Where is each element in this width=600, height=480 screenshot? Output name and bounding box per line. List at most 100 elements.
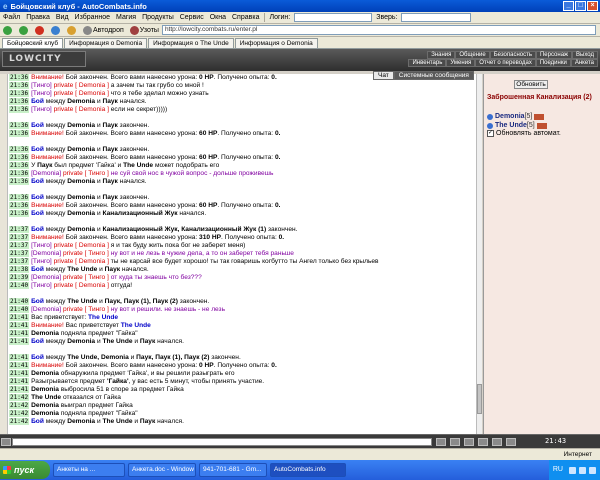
info-icon[interactable]: [536, 122, 547, 129]
info-icon[interactable]: [534, 113, 545, 120]
nav-security[interactable]: Безопасность: [489, 51, 536, 59]
message-time[interactable]: 21:42: [9, 418, 30, 425]
menu-item-file[interactable]: Файл: [0, 14, 23, 21]
player-item[interactable]: Demonia [5]: [487, 112, 599, 121]
message-time[interactable]: 21:36: [9, 194, 30, 201]
menu-item-tools[interactable]: Сервис: [177, 14, 207, 21]
message-text[interactable]: [Тинго]: [31, 258, 54, 265]
address-bar[interactable]: http://lowcity.combats.ru/enter.pl: [161, 25, 596, 35]
tray-icon[interactable]: [579, 466, 586, 474]
message-time[interactable]: 21:36: [9, 210, 30, 217]
login-field[interactable]: [294, 13, 373, 22]
menu-item-favorites[interactable]: Избранное: [72, 14, 113, 21]
message-time[interactable]: 21:41: [9, 314, 30, 321]
nav-communication[interactable]: Общение: [455, 51, 490, 59]
menu-item-view[interactable]: Вид: [53, 14, 72, 21]
message-time[interactable]: 21:36: [9, 162, 30, 169]
nav-character[interactable]: Персонаж: [535, 51, 573, 59]
taskbar-item[interactable]: Анкета.doc - Window ...: [128, 463, 196, 477]
close-icon[interactable]: ×: [587, 1, 598, 11]
menu-item-windows[interactable]: Окна: [207, 14, 229, 21]
auto-refresh[interactable]: ✓ Обновлять автомат.: [487, 130, 599, 137]
message-time[interactable]: 21:36: [9, 82, 30, 89]
message-time[interactable]: 21:42: [9, 402, 30, 409]
minimize-icon[interactable]: _: [563, 1, 574, 11]
beast-field[interactable]: [401, 13, 472, 22]
tab-info-demonia[interactable]: Информация о Demonia: [64, 38, 148, 48]
sound-icon[interactable]: [506, 438, 516, 446]
message-time[interactable]: 21:39: [9, 274, 30, 281]
chat-input[interactable]: [12, 438, 432, 446]
send-icon[interactable]: [436, 438, 446, 446]
taskbar-item[interactable]: AutoCombats.info: [270, 463, 346, 477]
refresh-button[interactable]: [48, 25, 64, 35]
message-time[interactable]: 21:36: [9, 106, 30, 113]
nav-skills[interactable]: Умения: [446, 59, 476, 67]
message-time[interactable]: 21:36: [9, 74, 30, 81]
message-time[interactable]: 21:41: [9, 370, 30, 377]
maximize-icon[interactable]: □: [575, 1, 586, 11]
message-time[interactable]: 21:42: [9, 410, 30, 417]
message-text[interactable]: [Тинго]: [31, 106, 54, 113]
home-button[interactable]: [64, 25, 80, 35]
scrollbar-thumb[interactable]: [477, 384, 482, 414]
message-time[interactable]: 21:42: [9, 394, 30, 401]
autodrop-button[interactable]: Автодроп: [80, 25, 127, 35]
smiley-icon[interactable]: [1, 438, 11, 446]
message-time[interactable]: 21:41: [9, 378, 30, 385]
menu-item-edit[interactable]: Правка: [23, 14, 53, 21]
player-item[interactable]: The Unde [5]: [487, 121, 599, 130]
back-button[interactable]: [0, 25, 16, 35]
message-time[interactable]: 21:41: [9, 354, 30, 361]
tray-icon[interactable]: [589, 466, 596, 474]
message-time[interactable]: 21:38: [9, 266, 30, 273]
message-text[interactable]: [Тинго]: [31, 90, 54, 97]
translit-icon[interactable]: [478, 438, 488, 446]
player-name[interactable]: Demonia: [495, 113, 525, 120]
message-time[interactable]: 21:36: [9, 170, 30, 177]
taskbar-item[interactable]: 941-701-681 - Gm...: [199, 463, 267, 477]
chat-log[interactable]: 21:36 Внимание! Бой закончен. Всего вами …: [8, 74, 482, 434]
message-text[interactable]: [Тинго]: [31, 282, 54, 289]
menu-item-magic[interactable]: Магия: [113, 14, 139, 21]
auto-refresh-checkbox[interactable]: ✓: [487, 130, 494, 137]
taskbar-item[interactable]: Анкеты на ...: [53, 463, 125, 477]
message-time[interactable]: 21:37: [9, 234, 30, 241]
message-time[interactable]: 21:36: [9, 98, 30, 105]
menu-item-help[interactable]: Справка: [229, 14, 262, 21]
nav-transfers[interactable]: Отчет о переводах: [475, 59, 536, 67]
smiles-icon[interactable]: [464, 438, 474, 446]
uzoty-button[interactable]: Узоты: [127, 25, 162, 35]
message-text[interactable]: [Demonia]: [31, 274, 63, 281]
message-time[interactable]: 21:36: [9, 154, 30, 161]
message-text[interactable]: [Demonia]: [31, 170, 63, 177]
message-time[interactable]: 21:41: [9, 322, 30, 329]
chat-scrollbar[interactable]: [476, 74, 482, 434]
nav-fights[interactable]: Поединки: [535, 59, 571, 67]
message-text[interactable]: [Тинго]: [31, 242, 54, 249]
refresh-list-button[interactable]: Обновить: [514, 80, 548, 89]
message-time[interactable]: 21:37: [9, 258, 30, 265]
message-time[interactable]: 21:40: [9, 282, 30, 289]
nav-knowledge[interactable]: Знания: [427, 51, 456, 59]
message-time[interactable]: 21:36: [9, 130, 30, 137]
message-time[interactable]: 21:41: [9, 330, 30, 337]
message-time[interactable]: 21:36: [9, 202, 30, 209]
message-text[interactable]: [Demonia]: [31, 306, 63, 313]
tab-info-the-unde[interactable]: Информация о The Unde: [148, 38, 234, 48]
language-indicator[interactable]: RU: [553, 460, 563, 480]
message-time[interactable]: 21:41: [9, 338, 30, 345]
nav-inventory[interactable]: Инвентарь: [408, 59, 447, 67]
tab-system-messages[interactable]: Системные сообщения: [393, 71, 474, 80]
clear-icon[interactable]: [450, 438, 460, 446]
message-time[interactable]: 21:40: [9, 306, 30, 313]
message-time[interactable]: 21:37: [9, 242, 30, 249]
message-time[interactable]: 21:37: [9, 250, 30, 257]
tab-fight-club[interactable]: Бойцовский клуб: [2, 38, 64, 48]
message-text[interactable]: [Тинго]: [31, 82, 54, 89]
message-time[interactable]: 21:41: [9, 386, 30, 393]
nav-exit[interactable]: Выход: [572, 51, 598, 59]
menu-item-products[interactable]: Продукты: [139, 14, 177, 21]
message-time[interactable]: 21:36: [9, 146, 30, 153]
message-time[interactable]: 21:36: [9, 122, 30, 129]
